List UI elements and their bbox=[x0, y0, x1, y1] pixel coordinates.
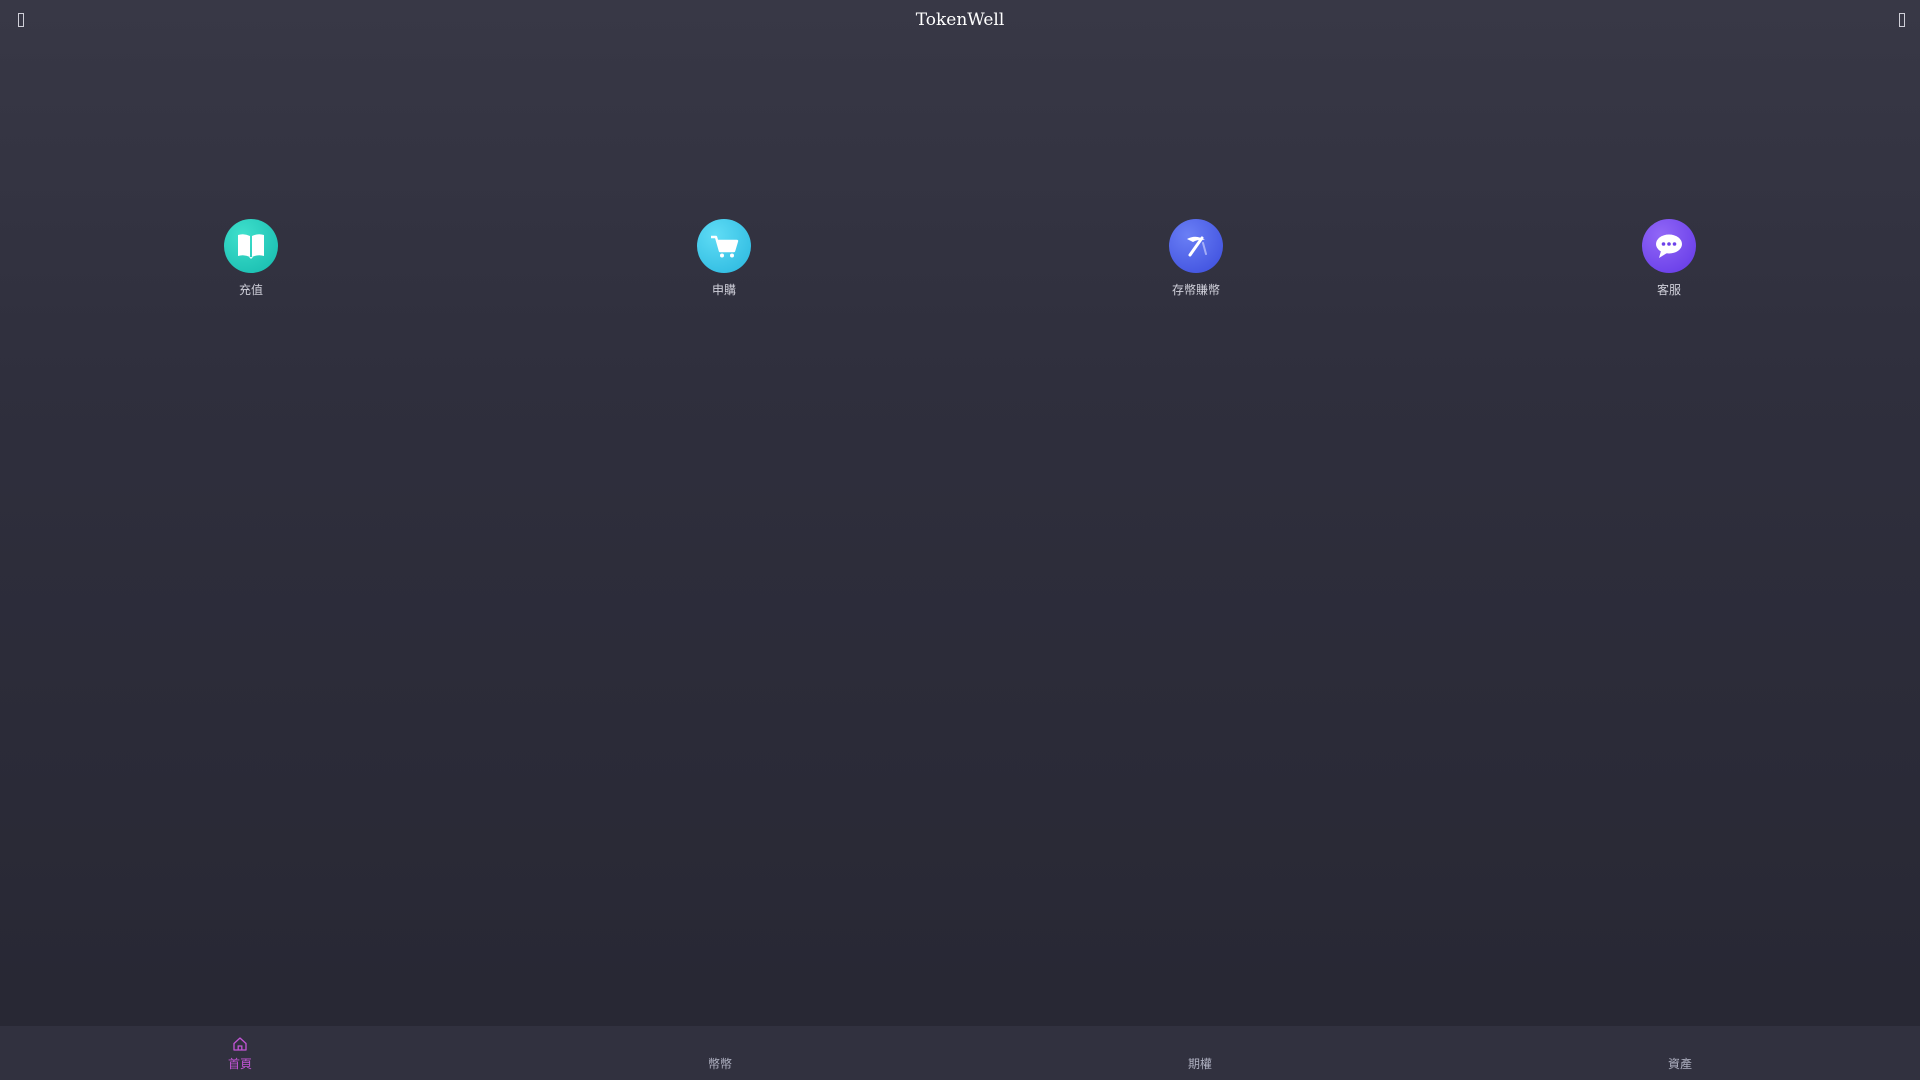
tab-home[interactable]: 首頁 bbox=[140, 1026, 340, 1080]
shortcut-recharge[interactable]: 充值 bbox=[171, 219, 331, 298]
page-title: TokenWell bbox=[915, 10, 1005, 30]
top-nav-bar: TokenWell bbox=[0, 0, 1920, 44]
home-icon bbox=[233, 1037, 247, 1051]
tab-assets[interactable]: 資產 bbox=[1580, 1026, 1780, 1080]
book-icon bbox=[224, 219, 278, 273]
shortcut-earn[interactable]: 存幣賺幣 bbox=[1116, 219, 1276, 298]
shortcut-label: 客服 bbox=[1656, 283, 1681, 297]
shortcut-support[interactable]: 客服 bbox=[1589, 219, 1749, 298]
tab-label: 資產 bbox=[1667, 1057, 1692, 1071]
shortcut-label: 申購 bbox=[711, 283, 736, 297]
pickaxe-icon bbox=[1169, 219, 1223, 273]
menu-icon[interactable] bbox=[1896, 12, 1908, 30]
cart-icon bbox=[697, 219, 751, 273]
shortcut-grid: 充值 申購 存幣賺幣 客服 bbox=[0, 219, 1920, 299]
tab-label: 首頁 bbox=[227, 1057, 252, 1071]
shortcut-label: 充值 bbox=[238, 283, 263, 297]
tab-options[interactable]: 期權 bbox=[1100, 1026, 1300, 1080]
chat-icon bbox=[1642, 219, 1696, 273]
bottom-tab-bar: 首頁 幣幣 期權 資產 bbox=[0, 1026, 1920, 1080]
tab-spot[interactable]: 幣幣 bbox=[620, 1026, 820, 1080]
shortcut-label: 存幣賺幣 bbox=[1171, 283, 1220, 297]
shortcut-subscribe[interactable]: 申購 bbox=[644, 219, 804, 298]
tab-label: 幣幣 bbox=[707, 1057, 732, 1071]
tab-label: 期權 bbox=[1187, 1057, 1212, 1071]
